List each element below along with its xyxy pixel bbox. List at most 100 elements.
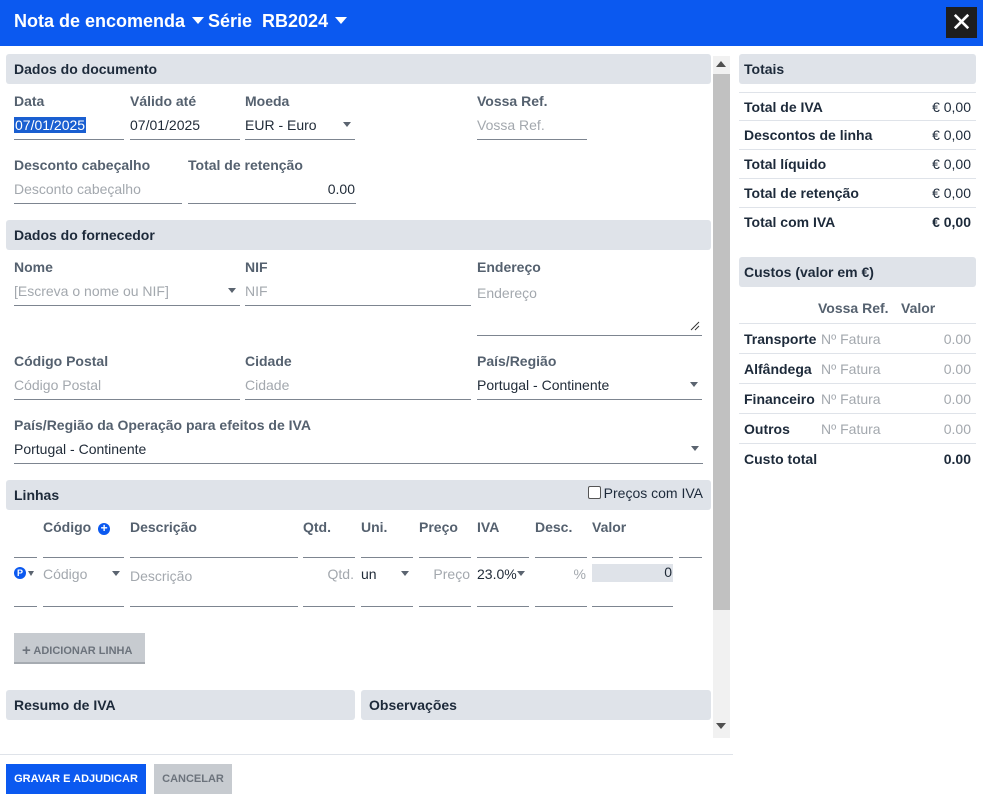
section-linhas: Linhas Preços com IVA — [6, 480, 711, 510]
custo-total-row: Custo total 0.00 — [739, 444, 976, 474]
plus-icon: + — [22, 642, 31, 659]
custo-financeiro-label: Financeiro — [744, 391, 815, 407]
custos-columns: Vossa Ref. Valor — [739, 294, 976, 324]
custo-alfandega-ref[interactable]: Nº Fatura — [821, 361, 881, 377]
add-line-button[interactable]: + ADICIONAR LINHA — [14, 633, 145, 664]
pais-value: Portugal - Continente — [477, 377, 610, 393]
total-row: Total de retenção € 0,00 — [739, 179, 976, 208]
divider — [679, 557, 702, 558]
col-iva: IVA — [477, 519, 500, 535]
total-retencao-value: € 0,00 — [932, 185, 971, 201]
codigo-select[interactable]: Código — [43, 563, 124, 607]
custo-outros-label: Outros — [744, 421, 790, 437]
endereco-label: Endereço — [477, 259, 541, 275]
top-bar: Nota de encomenda Série RB2024 ✕ — [0, 0, 983, 46]
nif-field[interactable]: NIF — [245, 280, 471, 306]
endereco-textarea[interactable]: Endereço — [477, 282, 702, 336]
precos-iva-toggle[interactable]: Preços com IVA — [587, 485, 703, 501]
total-com-iva-label: Total com IVA — [744, 214, 836, 230]
descontos-linha-value: € 0,00 — [932, 127, 971, 143]
data-label: Data — [14, 93, 45, 109]
desconto-label: Desconto cabeçalho — [14, 157, 151, 173]
moeda-select[interactable]: EUR - Euro — [245, 114, 355, 140]
save-adjudicate-button[interactable]: GRAVAR E ADJUDICAR — [6, 764, 146, 794]
section-observacoes: Observações — [361, 690, 711, 720]
chevron-down-icon — [228, 288, 236, 293]
vossa-ref-label: Vossa Ref. — [477, 93, 548, 109]
add-line-label: ADICIONAR LINHA — [33, 645, 133, 657]
custo-row: Alfândega Nº Fatura 0.00 — [739, 354, 976, 384]
preco-field[interactable]: Preço — [419, 563, 471, 607]
footer-bar: GRAVAR E ADJUDICAR CANCELAR — [0, 754, 733, 796]
nome-field[interactable]: [Escreva o nome ou NIF] — [14, 280, 240, 306]
codigo-placeholder: Código — [43, 566, 88, 582]
divider — [361, 557, 413, 558]
desc-field[interactable]: % — [535, 563, 587, 607]
custo-total-label: Custo total — [744, 451, 818, 467]
valido-field[interactable]: 07/01/2025 — [130, 114, 240, 140]
cp-label: Código Postal — [14, 353, 109, 369]
chevron-down-icon — [192, 16, 205, 24]
custo-outros-value[interactable]: 0.00 — [944, 421, 971, 437]
custo-financeiro-ref[interactable]: Nº Fatura — [821, 391, 881, 407]
divider — [419, 557, 471, 558]
precos-iva-checkbox[interactable] — [587, 486, 601, 499]
endereco-placeholder: Endereço — [477, 285, 537, 301]
chevron-down-icon[interactable] — [28, 571, 34, 576]
pais-select[interactable]: Portugal - Continente — [477, 374, 702, 400]
custo-alfandega-value[interactable]: 0.00 — [944, 361, 971, 377]
section-dados-documento: Dados do documento — [6, 54, 711, 84]
desconto-field[interactable]: Desconto cabeçalho — [14, 178, 182, 204]
retencao-label: Total de retenção — [188, 157, 303, 173]
total-liquido-label: Total líquido — [744, 156, 827, 172]
descricao-field[interactable]: Descrição — [130, 565, 298, 607]
custo-transporte-ref[interactable]: Nº Fatura — [821, 331, 881, 347]
scrollbar-thumb[interactable] — [713, 74, 730, 610]
descontos-linha-label: Descontos de linha — [744, 127, 873, 143]
col-codigo-label: Código — [43, 519, 92, 535]
custo-outros-ref[interactable]: Nº Fatura — [821, 421, 881, 437]
divider — [535, 557, 587, 558]
nome-label: Nome — [14, 259, 53, 275]
cidade-field[interactable]: Cidade — [245, 374, 471, 400]
document-type-selector[interactable]: Nota de encomenda — [14, 11, 205, 32]
precos-iva-label: Preços com IVA — [603, 485, 703, 501]
resize-handle-icon[interactable] — [690, 321, 700, 331]
iva-value: 23.0% — [477, 566, 517, 582]
serie-selector[interactable]: Série RB2024 — [208, 11, 348, 32]
retencao-field[interactable]: 0.00 — [188, 178, 356, 204]
custo-transporte-value[interactable]: 0.00 — [944, 331, 971, 347]
uni-select[interactable]: un — [361, 563, 413, 607]
add-circle-icon[interactable]: + — [98, 522, 111, 535]
scroll-up-arrow-icon[interactable] — [716, 61, 726, 67]
section-dados-fornecedor: Dados do fornecedor — [6, 220, 711, 250]
linhas-title: Linhas — [14, 487, 60, 503]
divider — [130, 557, 298, 558]
cp-field[interactable]: Código Postal — [14, 374, 240, 400]
scroll-down-arrow-icon[interactable] — [716, 723, 726, 729]
cancel-button[interactable]: CANCELAR — [154, 764, 232, 794]
divider — [14, 557, 37, 558]
col-desc: Desc. — [535, 519, 573, 535]
vossa-ref-field[interactable]: Vossa Ref. — [477, 114, 587, 140]
custo-row: Outros Nº Fatura 0.00 — [739, 414, 976, 444]
uni-value: un — [361, 566, 377, 582]
custo-alfandega-label: Alfândega — [744, 361, 812, 377]
total-com-iva-value: € 0,00 — [932, 214, 971, 230]
chevron-down-icon — [517, 571, 525, 576]
data-value: 07/01/2025 — [14, 117, 87, 133]
close-button[interactable]: ✕ — [946, 7, 977, 38]
data-field[interactable]: 07/01/2025 — [14, 114, 124, 140]
pais-iva-value: Portugal - Continente — [14, 441, 147, 457]
nif-label: NIF — [245, 259, 268, 275]
custo-financeiro-value[interactable]: 0.00 — [944, 391, 971, 407]
pais-iva-select[interactable]: Portugal - Continente — [14, 438, 703, 464]
product-type-badge[interactable]: P — [14, 567, 26, 579]
divider — [592, 557, 673, 558]
qtd-field[interactable]: Qtd. — [303, 563, 355, 607]
moeda-value: EUR - Euro — [245, 117, 317, 133]
col-descricao: Descrição — [130, 519, 197, 535]
total-iva-label: Total de IVA — [744, 99, 823, 115]
pais-iva-label: País/Região da Operação para efeitos de … — [14, 417, 311, 433]
iva-select[interactable]: 23.0% — [477, 563, 529, 607]
